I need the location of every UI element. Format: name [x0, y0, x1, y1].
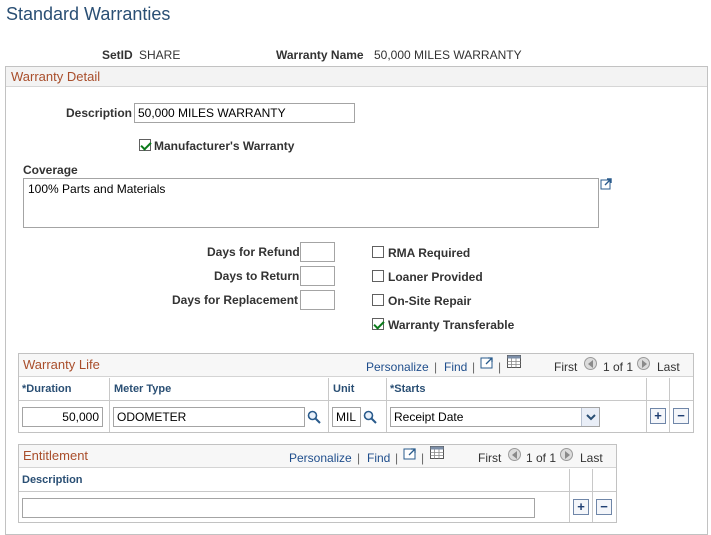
rma-required-label: RMA Required [388, 246, 471, 260]
days-for-replacement-label: Days for Replacement [172, 293, 299, 307]
days-to-return-label: Days to Return [214, 269, 300, 283]
previous-arrow-icon[interactable] [508, 448, 521, 461]
column-unit[interactable]: Unit [333, 383, 354, 395]
column-meter-type[interactable]: Meter Type [114, 383, 171, 395]
column-duration[interactable]: *Duration [22, 383, 72, 395]
column-divider [386, 378, 387, 432]
warranty-life-last[interactable]: Last [657, 360, 680, 374]
entitlement-last[interactable]: Last [580, 451, 603, 465]
starts-select-value: Receipt Date [394, 410, 464, 424]
nav-separator: | [434, 360, 438, 374]
warranty-life-title: Warranty Life [23, 357, 100, 372]
coverage-label: Coverage [23, 163, 78, 177]
on-site-repair-checkbox[interactable] [372, 294, 384, 306]
entitlement-personalize-link[interactable]: Personalize [289, 451, 352, 465]
next-arrow-icon[interactable] [637, 357, 650, 370]
column-divider [109, 378, 110, 432]
meter-type-input[interactable]: ODOMETER [113, 407, 305, 427]
row-divider [19, 491, 616, 492]
entitlement-title: Entitlement [23, 448, 89, 463]
entitlement-description-input[interactable] [22, 498, 535, 518]
view-all-icon[interactable] [480, 356, 494, 369]
chevron-down-icon[interactable] [581, 408, 599, 426]
loaner-provided-label: Loaner Provided [388, 270, 483, 284]
coverage-textarea[interactable]: 100% Parts and Materials [23, 178, 599, 228]
setid-label: SetID [102, 48, 133, 62]
warranty-name-label: Warranty Name [276, 48, 364, 62]
expand-textarea-icon[interactable] [600, 178, 613, 190]
warranty-life-range: 1 of 1 [603, 360, 634, 374]
entitlement-range: 1 of 1 [526, 451, 557, 465]
spreadsheet-icon[interactable] [507, 355, 521, 368]
warranty-transferable-checkbox[interactable] [372, 318, 384, 330]
next-arrow-icon[interactable] [560, 448, 573, 461]
nav-separator: | [498, 360, 502, 374]
warranty-detail-title: Warranty Detail [6, 67, 707, 87]
view-all-icon[interactable] [403, 447, 417, 460]
column-divider [328, 378, 329, 432]
on-site-repair-label: On-Site Repair [388, 294, 472, 308]
nav-separator: | [395, 451, 399, 465]
previous-arrow-icon[interactable] [584, 357, 597, 370]
manufacturer-warranty-label: Manufacturer's Warranty [154, 139, 295, 153]
delete-row-button[interactable]: − [673, 408, 689, 424]
unit-input[interactable]: MIL [332, 407, 361, 427]
days-for-refund-input[interactable] [300, 242, 335, 262]
column-divider [646, 378, 647, 432]
row-divider [19, 400, 693, 401]
warranty-life-find-link[interactable]: Find [444, 360, 467, 374]
loaner-provided-checkbox[interactable] [372, 270, 384, 282]
duration-input[interactable]: 50,000 [22, 407, 103, 427]
entitlement-first[interactable]: First [478, 451, 501, 465]
column-divider [569, 469, 570, 522]
days-for-refund-label: Days for Refund [207, 245, 300, 259]
description-label: Description [66, 106, 133, 120]
spreadsheet-icon[interactable] [430, 446, 444, 459]
nav-separator: | [472, 360, 476, 374]
entitlement-find-link[interactable]: Find [367, 451, 390, 465]
page-title: Standard Warranties [6, 4, 171, 24]
setid-value: SHARE [139, 48, 181, 62]
column-starts[interactable]: *Starts [390, 383, 425, 395]
column-divider [669, 378, 670, 432]
nav-separator: | [357, 451, 361, 465]
magnifier-icon[interactable] [363, 410, 377, 424]
warranty-name-value: 50,000 MILES WARRANTY [374, 48, 522, 62]
days-for-replacement-input[interactable] [300, 290, 335, 310]
nav-separator: | [421, 451, 425, 465]
warranty-life-personalize-link[interactable]: Personalize [366, 360, 429, 374]
add-row-button[interactable]: + [650, 408, 666, 424]
column-description[interactable]: Description [22, 474, 83, 486]
starts-select[interactable]: Receipt Date [390, 407, 600, 427]
add-row-button[interactable]: + [573, 499, 589, 515]
column-divider [592, 469, 593, 522]
warranty-transferable-label: Warranty Transferable [388, 318, 515, 332]
description-input[interactable]: 50,000 MILES WARRANTY [134, 103, 355, 123]
delete-row-button[interactable]: − [596, 499, 612, 515]
magnifier-icon[interactable] [307, 410, 321, 424]
days-to-return-input[interactable] [300, 266, 335, 286]
warranty-life-first[interactable]: First [554, 360, 577, 374]
rma-required-checkbox[interactable] [372, 246, 384, 258]
manufacturer-warranty-checkbox[interactable] [139, 139, 151, 151]
